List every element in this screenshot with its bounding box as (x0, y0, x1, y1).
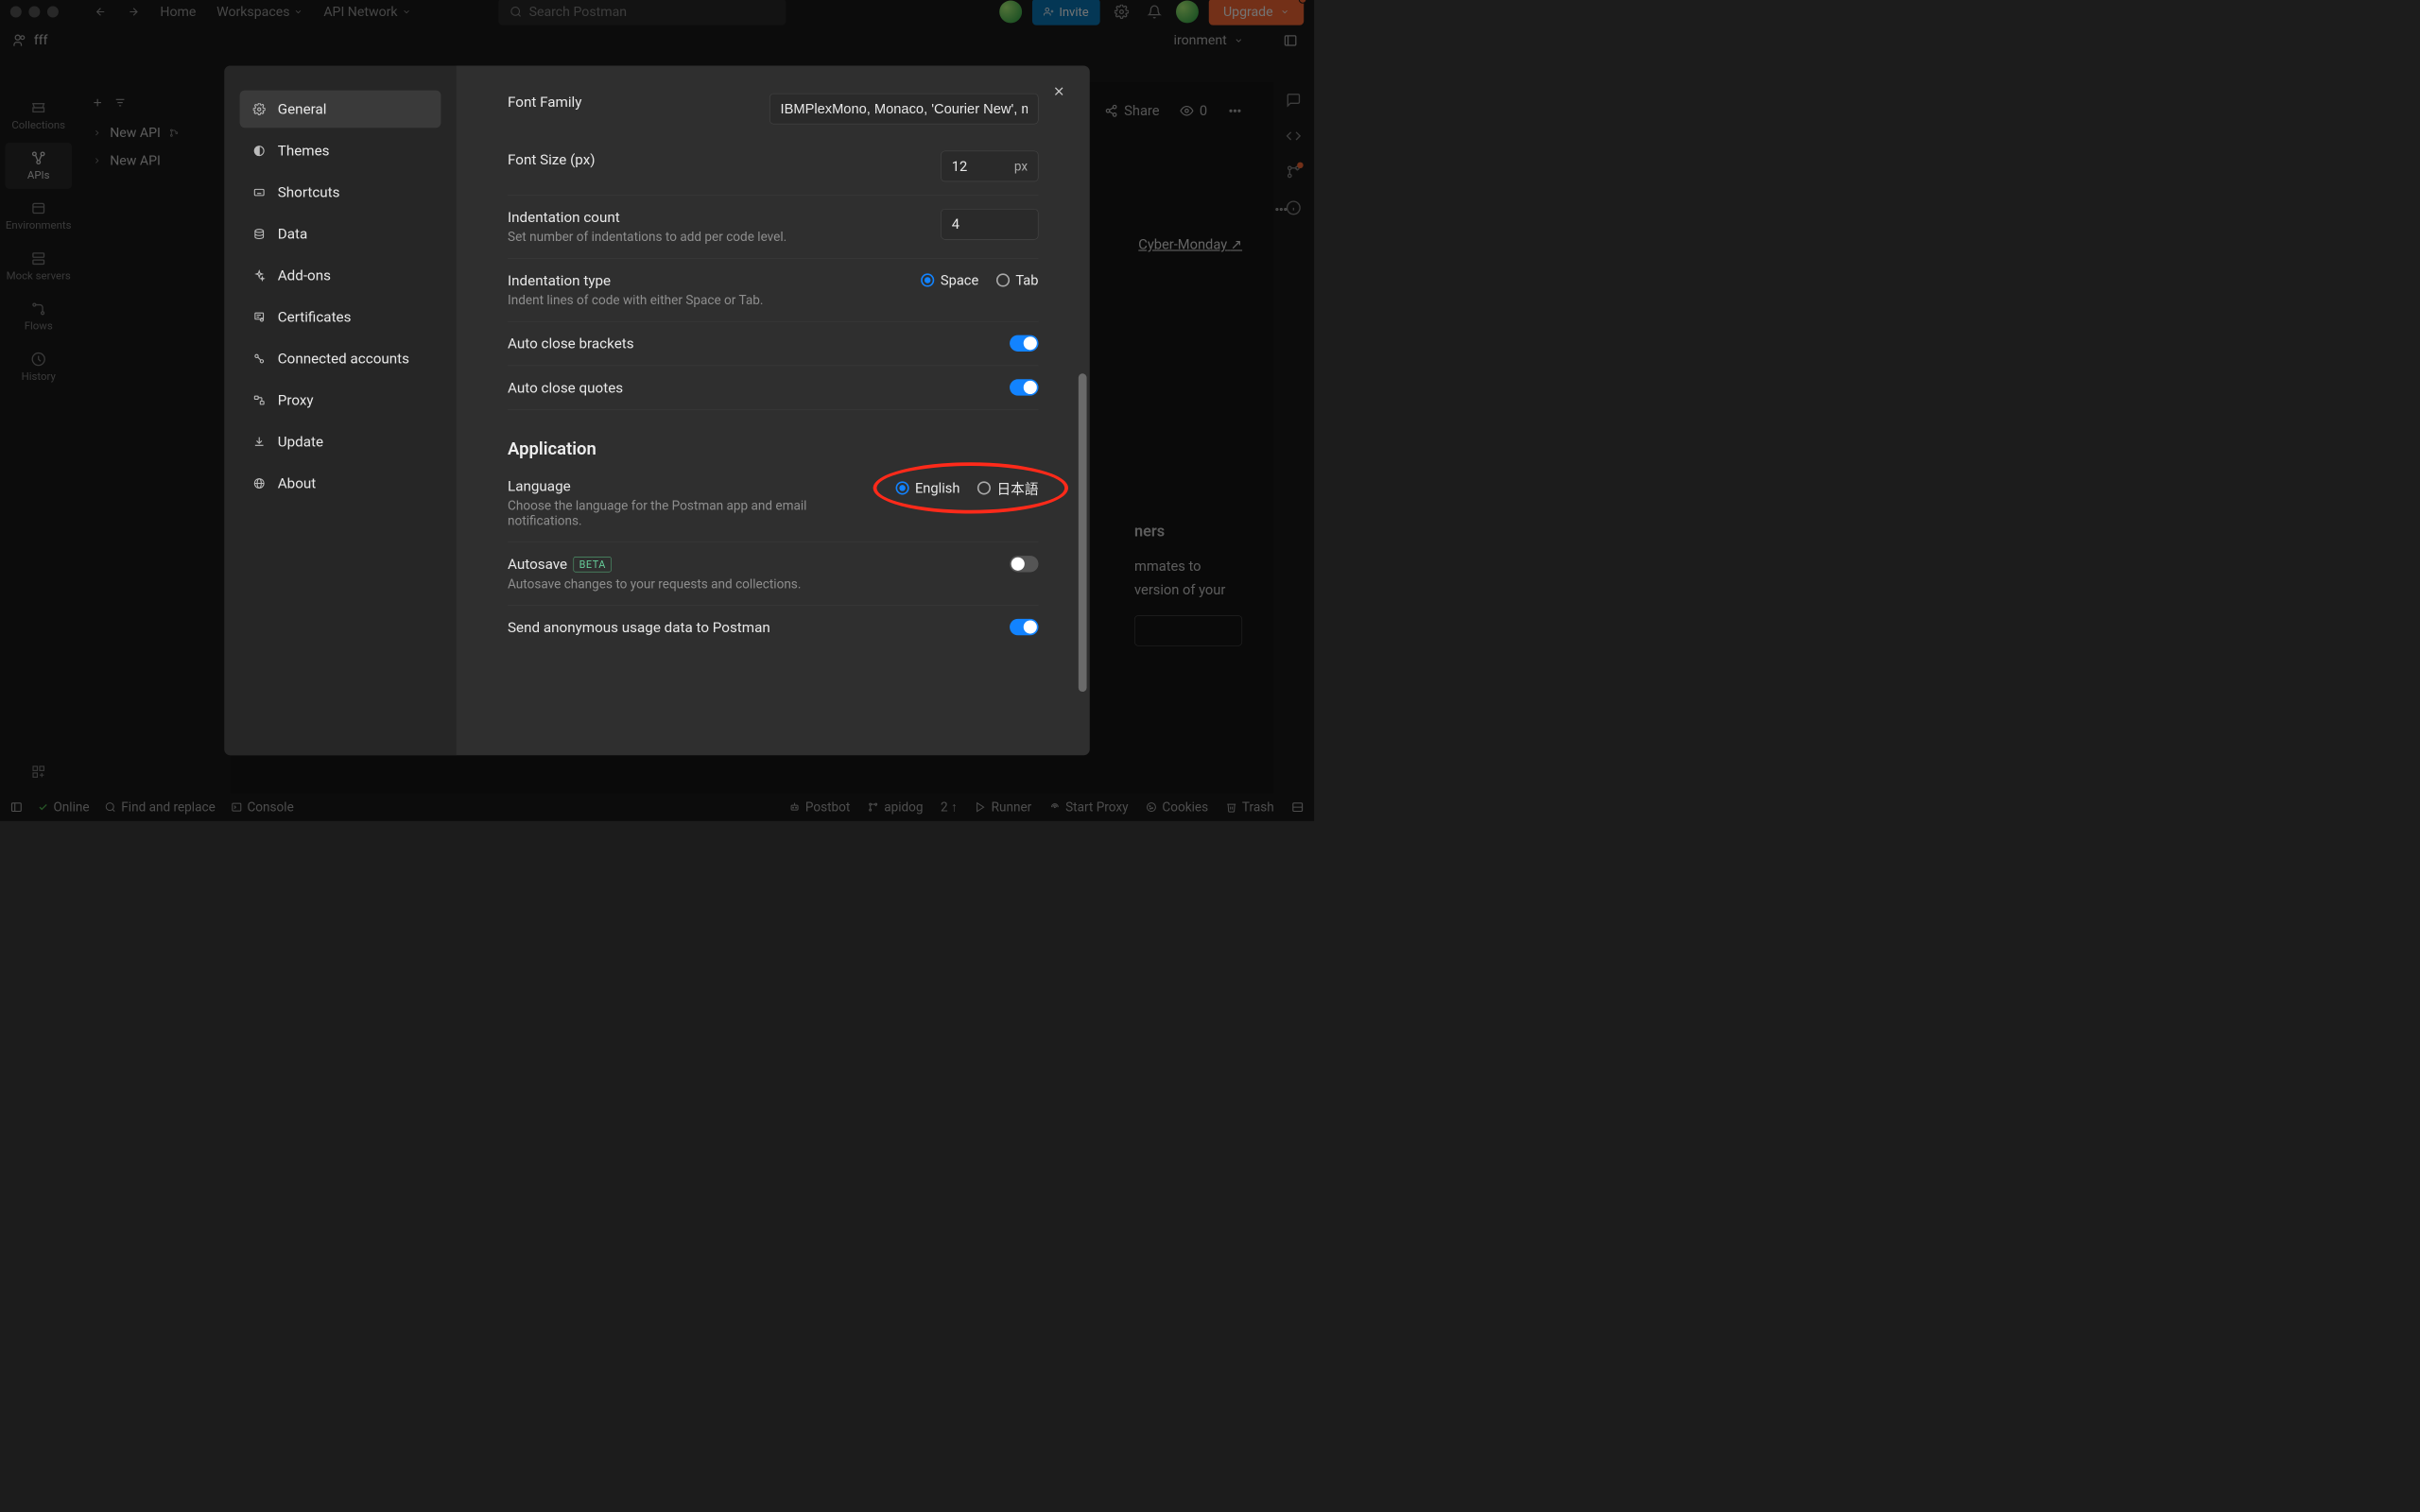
settings-content: Font Family Font Size (px) 12 px Indenta… (457, 66, 1090, 756)
settings-nav-addons-label: Add-ons (278, 266, 331, 284)
certificate-icon (252, 310, 267, 324)
indent-type-radio-group: Space Tab (921, 272, 1038, 288)
font-family-input[interactable] (769, 94, 1039, 125)
indent-count-label: Indentation count (508, 209, 921, 226)
indent-count-input[interactable]: 4 (941, 209, 1038, 240)
auto-close-brackets-toggle[interactable] (1010, 335, 1038, 352)
autosave-desc: Autosave changes to your requests and co… (508, 576, 989, 592)
language-radio-group: English 日本語 (895, 478, 1038, 498)
radio-checked-icon (895, 481, 908, 494)
data-icon (252, 227, 267, 241)
gear-icon (252, 102, 267, 116)
download-icon (252, 435, 267, 449)
settings-nav-certificates[interactable]: Certificates (240, 298, 441, 335)
modal-close-button[interactable] (1048, 81, 1069, 102)
auto-close-brackets-label: Auto close brackets (508, 335, 989, 352)
auto-close-quotes-toggle[interactable] (1010, 379, 1038, 395)
proxy-icon (252, 393, 267, 407)
indent-type-space[interactable]: Space (921, 272, 978, 288)
settings-nav-connected-label: Connected accounts (278, 350, 409, 367)
settings-nav-themes[interactable]: Themes (240, 132, 441, 170)
settings-nav-data[interactable]: Data (240, 215, 441, 253)
beta-badge: BETA (574, 557, 612, 572)
settings-modal: General Themes Shortcuts Data Add-ons (224, 66, 1089, 756)
autosave-label: Autosave BETA (508, 556, 989, 573)
settings-nav-themes-label: Themes (278, 142, 330, 159)
font-size-input[interactable]: 12 px (941, 151, 1038, 182)
settings-nav-general-label: General (278, 100, 327, 117)
modal-overlay: General Themes Shortcuts Data Add-ons (0, 0, 1314, 821)
globe-icon (252, 476, 267, 490)
settings-nav-data-label: Data (278, 225, 307, 242)
settings-nav-shortcuts[interactable]: Shortcuts (240, 174, 441, 212)
font-size-label: Font Size (px) (508, 151, 921, 168)
close-icon (1052, 84, 1066, 98)
language-label: Language (508, 478, 875, 495)
indent-type-desc: Indent lines of code with either Space o… (508, 293, 900, 308)
font-family-label: Font Family (508, 94, 749, 111)
language-desc: Choose the language for the Postman app … (508, 499, 875, 528)
settings-nav-update-label: Update (278, 433, 323, 450)
indent-count-value: 4 (952, 216, 959, 232)
application-header: Application (508, 438, 1038, 459)
language-japanese[interactable]: 日本語 (977, 478, 1039, 498)
language-english-label: English (915, 479, 959, 495)
radio-unchecked-icon (996, 273, 1010, 286)
themes-icon (252, 144, 267, 158)
anon-data-label: Send anonymous usage data to Postman (508, 619, 989, 636)
settings-nav-proxy-label: Proxy (278, 391, 314, 408)
font-size-value: 12 (952, 158, 967, 174)
indent-type-tab[interactable]: Tab (996, 272, 1039, 288)
sparkle-icon (252, 268, 267, 283)
font-size-unit: px (1014, 159, 1028, 174)
radio-unchecked-icon (977, 481, 991, 494)
settings-nav: General Themes Shortcuts Data Add-ons (224, 66, 456, 756)
indent-count-desc: Set number of indentations to add per co… (508, 230, 921, 245)
scrollbar-thumb[interactable] (1079, 373, 1087, 692)
anon-data-toggle[interactable] (1010, 619, 1038, 635)
language-english[interactable]: English (895, 479, 959, 495)
indent-type-tab-label: Tab (1015, 272, 1038, 288)
indent-type-space-label: Space (941, 272, 978, 288)
settings-nav-general[interactable]: General (240, 91, 441, 129)
settings-nav-about-label: About (278, 474, 316, 491)
settings-nav-update[interactable]: Update (240, 422, 441, 460)
settings-nav-connected[interactable]: Connected accounts (240, 339, 441, 377)
keyboard-icon (252, 185, 267, 199)
radio-checked-icon (921, 273, 934, 286)
settings-nav-addons[interactable]: Add-ons (240, 257, 441, 295)
settings-nav-shortcuts-label: Shortcuts (278, 183, 340, 200)
settings-nav-proxy[interactable]: Proxy (240, 381, 441, 419)
settings-nav-certificates-label: Certificates (278, 308, 352, 325)
autosave-toggle[interactable] (1010, 556, 1038, 572)
auto-close-quotes-label: Auto close quotes (508, 379, 989, 396)
settings-nav-about[interactable]: About (240, 464, 441, 502)
link-icon (252, 352, 267, 366)
indent-type-label: Indentation type (508, 272, 900, 289)
language-japanese-label: 日本語 (997, 478, 1039, 498)
